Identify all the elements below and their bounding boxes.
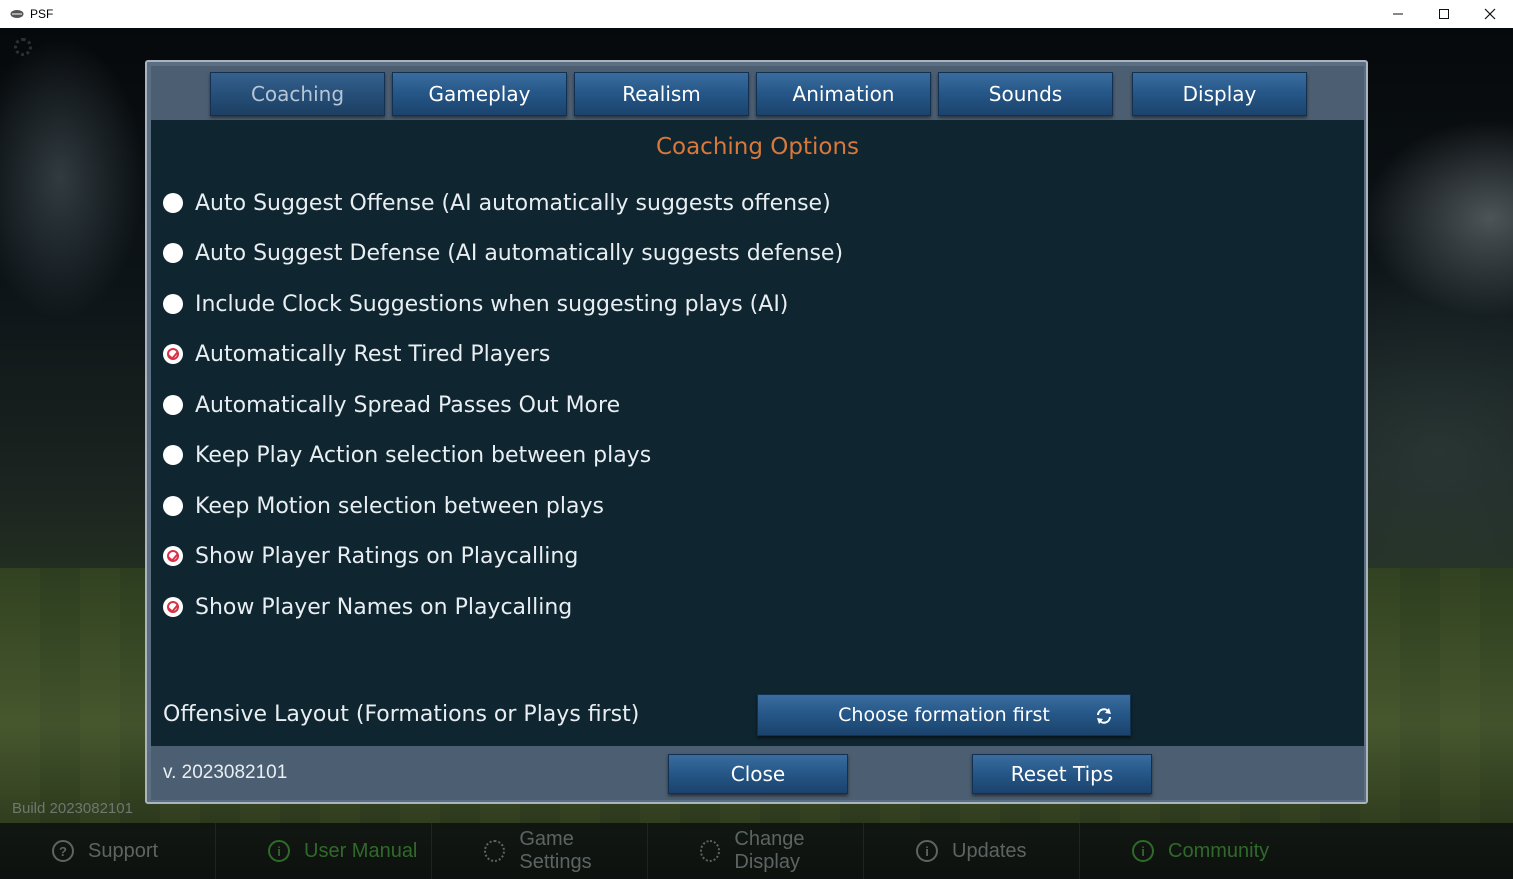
tab-realism[interactable]: Realism xyxy=(574,72,749,116)
option-label: Include Clock Suggestions when suggestin… xyxy=(195,291,789,317)
minimize-icon xyxy=(1393,13,1403,15)
option-label: Show Player Names on Playcalling xyxy=(195,594,573,620)
option-auto-suggest-defense[interactable]: Auto Suggest Defense (AI automatically s… xyxy=(163,238,843,268)
gear-icon xyxy=(700,840,721,862)
option-radio[interactable] xyxy=(163,496,183,516)
gear-icon xyxy=(484,840,506,862)
build-label: Build 2023082101 xyxy=(12,800,133,817)
option-label: Auto Suggest Offense (AI automatically s… xyxy=(195,190,831,216)
window-titlebar: PSF xyxy=(0,0,1513,28)
refresh-icon xyxy=(1097,708,1111,724)
option-radio-checked[interactable] xyxy=(163,344,183,364)
tab-display[interactable]: Display xyxy=(1132,72,1307,116)
option-include-clock-suggestions[interactable]: Include Clock Suggestions when suggestin… xyxy=(163,289,788,319)
option-label: Show Player Ratings on Playcalling xyxy=(195,543,579,569)
section-title: Coaching Options xyxy=(655,134,860,160)
maximize-icon xyxy=(1439,9,1449,19)
option-label: Automatically Spread Passes Out More xyxy=(195,392,621,418)
info-icon: i xyxy=(1132,840,1154,862)
tab-gameplay[interactable]: Gameplay xyxy=(392,72,567,116)
nav-support[interactable]: ? Support xyxy=(0,823,216,879)
nav-change-display[interactable]: Change Display xyxy=(648,823,864,879)
option-show-player-ratings[interactable]: Show Player Ratings on Playcalling xyxy=(163,541,578,571)
info-icon: i xyxy=(916,840,938,862)
options-panel: Coaching Options Auto Suggest Offense (A… xyxy=(151,120,1364,746)
window-title: PSF xyxy=(30,7,54,21)
option-label: Keep Play Action selection between plays xyxy=(195,442,652,468)
nav-label: Community xyxy=(1168,839,1270,862)
maximize-button[interactable] xyxy=(1421,0,1467,28)
option-radio[interactable] xyxy=(163,243,183,263)
nav-community[interactable]: i Community xyxy=(1080,823,1296,879)
option-keep-play-action[interactable]: Keep Play Action selection between plays xyxy=(163,440,651,470)
info-icon: i xyxy=(268,840,290,862)
close-icon xyxy=(1484,8,1496,20)
option-label: Automatically Rest Tired Players xyxy=(195,341,551,367)
nav-game-settings[interactable]: Game Settings xyxy=(432,823,648,879)
bottom-nav-bar: ? Support i User Manual Game Settings Ch… xyxy=(0,823,1513,879)
option-label: Auto Suggest Defense (AI automatically s… xyxy=(195,240,844,266)
nav-label: Change Display xyxy=(734,828,805,873)
tab-animation[interactable]: Animation xyxy=(756,72,931,116)
option-radio[interactable] xyxy=(163,294,183,314)
options-dialog: Coaching Gameplay Realism Animation Soun… xyxy=(145,60,1368,804)
tab-coaching[interactable]: Coaching xyxy=(210,72,385,116)
dialog-footer: v. 2023082101 Close Reset Tips xyxy=(151,746,1364,800)
offensive-layout-value: Choose formation first xyxy=(838,704,1050,726)
nav-user-manual[interactable]: i User Manual xyxy=(216,823,432,879)
option-radio-checked[interactable] xyxy=(163,597,183,617)
settings-gear-icon[interactable] xyxy=(14,38,32,56)
minimize-button[interactable] xyxy=(1375,0,1421,28)
option-radio[interactable] xyxy=(163,193,183,213)
option-keep-motion[interactable]: Keep Motion selection between plays xyxy=(163,491,604,521)
offensive-layout-label: Offensive Layout (Formations or Plays fi… xyxy=(163,702,640,727)
option-radio[interactable] xyxy=(163,395,183,415)
question-icon: ? xyxy=(52,840,74,862)
version-label: v. 2023082101 xyxy=(163,762,288,783)
nav-label: Support xyxy=(88,839,159,862)
psf-logo-icon xyxy=(10,9,24,19)
close-button[interactable]: Close xyxy=(668,754,848,794)
tab-bar: Coaching Gameplay Realism Animation Soun… xyxy=(151,66,1364,120)
close-window-button[interactable] xyxy=(1467,0,1513,28)
option-auto-rest-tired-players[interactable]: Automatically Rest Tired Players xyxy=(163,339,550,369)
nav-label: Game Settings xyxy=(519,828,592,873)
option-spread-passes[interactable]: Automatically Spread Passes Out More xyxy=(163,390,620,420)
option-radio-checked[interactable] xyxy=(163,546,183,566)
option-radio[interactable] xyxy=(163,445,183,465)
option-label: Keep Motion selection between plays xyxy=(195,493,604,519)
offensive-layout-toggle-button[interactable]: Choose formation first xyxy=(757,694,1131,736)
tab-sounds[interactable]: Sounds xyxy=(938,72,1113,116)
reset-tips-button[interactable]: Reset Tips xyxy=(972,754,1152,794)
nav-updates[interactable]: i Updates xyxy=(864,823,1080,879)
option-show-player-names[interactable]: Show Player Names on Playcalling xyxy=(163,592,572,622)
option-auto-suggest-offense[interactable]: Auto Suggest Offense (AI automatically s… xyxy=(163,188,831,218)
nav-label: Updates xyxy=(952,839,1027,862)
nav-label: User Manual xyxy=(304,839,418,862)
